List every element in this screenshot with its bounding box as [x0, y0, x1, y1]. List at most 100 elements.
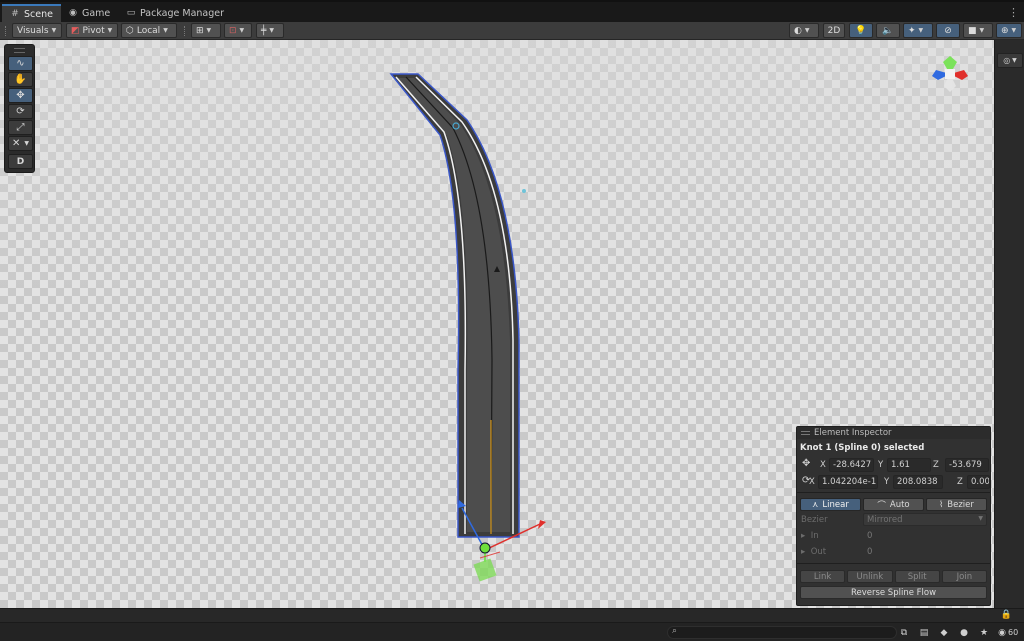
drag-handle-icon[interactable]: [801, 431, 810, 435]
inspector-header-label: Element Inspector: [814, 428, 892, 438]
bezier-row: Bezier Mirrored ▼: [797, 512, 990, 528]
rotation-y-label: Y: [884, 477, 890, 487]
in-tangent-label: ▸ In: [801, 531, 819, 541]
tab-package-manager[interactable]: ▭ Package Manager: [118, 4, 232, 22]
bottom-panel-bar: 🔒: [0, 608, 1024, 622]
vertex-snap-button[interactable]: ╪ ▼: [256, 23, 284, 38]
error-icon[interactable]: ●: [958, 627, 970, 639]
chevron-down-icon: ▼: [1011, 27, 1017, 34]
grid-snap-button[interactable]: ⊞ ▼: [191, 23, 221, 38]
foldout-icon[interactable]: ▸: [801, 531, 805, 541]
lighting-toggle[interactable]: 💡: [849, 23, 873, 38]
bezier-mode-dropdown[interactable]: Mirrored ▼: [863, 513, 987, 526]
effects-icon: ✦: [908, 25, 916, 36]
bezier-mode-value: Mirrored: [867, 515, 903, 525]
linear-mode-button[interactable]: ⋏ Linear: [800, 498, 861, 511]
position-x-field[interactable]: -28.6427: [829, 458, 874, 472]
link-button[interactable]: Link: [800, 570, 846, 583]
pivot-dropdown[interactable]: ◩ Pivot ▼: [66, 23, 118, 38]
local-label: Local: [136, 25, 161, 36]
rotation-z-field[interactable]: 0.00: [967, 475, 990, 489]
split-button[interactable]: Split: [894, 570, 940, 583]
overlay-menu-button[interactable]: ◎ ▼: [997, 53, 1023, 68]
globe-icon: ⊕: [1001, 25, 1009, 36]
inspector-header[interactable]: Element Inspector: [797, 427, 990, 439]
orientation-gizmo[interactable]: [928, 52, 972, 96]
bezier-label: Bezier: [947, 499, 974, 510]
grid-icon: #: [11, 9, 19, 19]
position-y-label: Y: [878, 460, 884, 470]
rotate-icon: ⟳: [16, 106, 25, 117]
chevron-down-icon: ▼: [978, 515, 983, 522]
tab-scene[interactable]: # Scene: [2, 4, 61, 22]
tab-game[interactable]: ◉ Game: [60, 4, 118, 22]
2d-toggle[interactable]: 2D: [823, 23, 845, 38]
rotation-row: ⟳ X 1.042204e-1( Y 208.0838 Z 0.00: [797, 474, 990, 491]
chevron-down-icon: ▼: [206, 27, 212, 34]
in-tangent-value: 0: [867, 531, 873, 541]
shading-icon: ◐: [794, 25, 802, 36]
d-tool[interactable]: D: [8, 154, 33, 169]
gizmos-dropdown[interactable]: ⊕ ▼: [996, 23, 1022, 38]
hand-icon: ✋: [14, 74, 27, 85]
draw-mode-dropdown[interactable]: ◐ ▼: [789, 23, 819, 38]
rotation-y-field[interactable]: 208.0838: [893, 475, 943, 489]
hand-tool[interactable]: ✋: [8, 72, 33, 87]
chevron-down-icon: ▼: [918, 27, 924, 34]
chevron-down-icon: ▼: [979, 27, 985, 34]
eye-icon[interactable]: ◉: [996, 627, 1008, 639]
toolbar-grip: [5, 26, 7, 36]
chevron-down-icon: ▼: [804, 27, 810, 34]
speaker-icon: 🔈: [882, 25, 894, 36]
visuals-dropdown[interactable]: Visuals ▼: [12, 23, 62, 38]
tag-icon[interactable]: ◆: [938, 627, 950, 639]
foldout-icon[interactable]: ▸: [801, 547, 805, 557]
unlink-button[interactable]: Unlink: [847, 570, 893, 583]
move-tool[interactable]: ✥: [8, 88, 33, 103]
pivot-icon: ◩: [71, 25, 80, 36]
auto-mode-button[interactable]: ⌒ Auto: [863, 498, 924, 511]
tangent-handle[interactable]: [522, 189, 526, 193]
star-icon[interactable]: ★: [978, 627, 990, 639]
chevron-down-icon: ▼: [51, 27, 57, 34]
inspector-title: Knot 1 (Spline 0) selected: [800, 443, 925, 453]
scene-visibility-toggle[interactable]: ⊘: [936, 23, 960, 38]
lock-icon[interactable]: 🔒: [1001, 610, 1012, 620]
tool-palette: ∿ ✋ ✥ ⟳ ⤢ ✕ ▼ D: [4, 44, 35, 173]
out-tangent-value: 0: [867, 547, 873, 557]
in-tangent-row: ▸ In 0: [797, 528, 990, 544]
overlay-strip: ◎ ▼: [994, 40, 1024, 608]
visuals-label: Visuals: [17, 25, 49, 36]
chevron-down-icon: ▼: [239, 27, 245, 34]
rotation-z-label: Z: [957, 477, 963, 487]
position-z-field[interactable]: -53.679: [945, 458, 989, 472]
rotate-tool[interactable]: ⟳: [8, 104, 33, 119]
scale-tool[interactable]: ⤢: [8, 120, 33, 135]
audio-toggle[interactable]: 🔈: [876, 23, 900, 38]
search-input[interactable]: ⌕: [667, 626, 897, 639]
status-bar: ⌕ ⧉ ▤ ◆ ● ★ ◉ 60: [0, 622, 1024, 641]
palette-grip[interactable]: [14, 48, 25, 53]
message-icon[interactable]: ▤: [918, 627, 930, 639]
effects-dropdown[interactable]: ✦ ▼: [903, 23, 933, 38]
increment-snap-button[interactable]: ⊡ ▼: [224, 23, 252, 38]
local-dropdown[interactable]: ⬡ Local ▼: [121, 23, 177, 38]
position-y-field[interactable]: 1.61: [887, 458, 931, 472]
join-button[interactable]: Join: [941, 570, 987, 583]
grid-snap-icon: ⊞: [196, 25, 204, 36]
spline-draw-tool[interactable]: ∿: [8, 56, 33, 71]
tab-scene-label: Scene: [24, 8, 53, 20]
reverse-spline-flow-button[interactable]: Reverse Spline Flow: [800, 586, 987, 599]
element-inspector: Element Inspector Knot 1 (Spline 0) sele…: [796, 426, 991, 606]
custom-tool-dropdown[interactable]: ✕ ▼: [8, 136, 33, 151]
gamepad-icon: ◉: [69, 8, 77, 18]
camera-dropdown[interactable]: ■ ▼: [963, 23, 993, 38]
cube-icon: ⬡: [126, 25, 134, 36]
bezier-mode-button[interactable]: ⌇ Bezier: [926, 498, 987, 511]
perspective-label[interactable]: ≡: [930, 112, 937, 121]
console-icon[interactable]: ⧉: [898, 627, 910, 639]
more-options-icon[interactable]: ⋮: [1008, 6, 1019, 19]
position-z-label: Z: [933, 460, 939, 470]
rotation-x-field[interactable]: 1.042204e-1(: [818, 475, 878, 489]
chevron-down-icon: ▼: [1012, 57, 1017, 64]
